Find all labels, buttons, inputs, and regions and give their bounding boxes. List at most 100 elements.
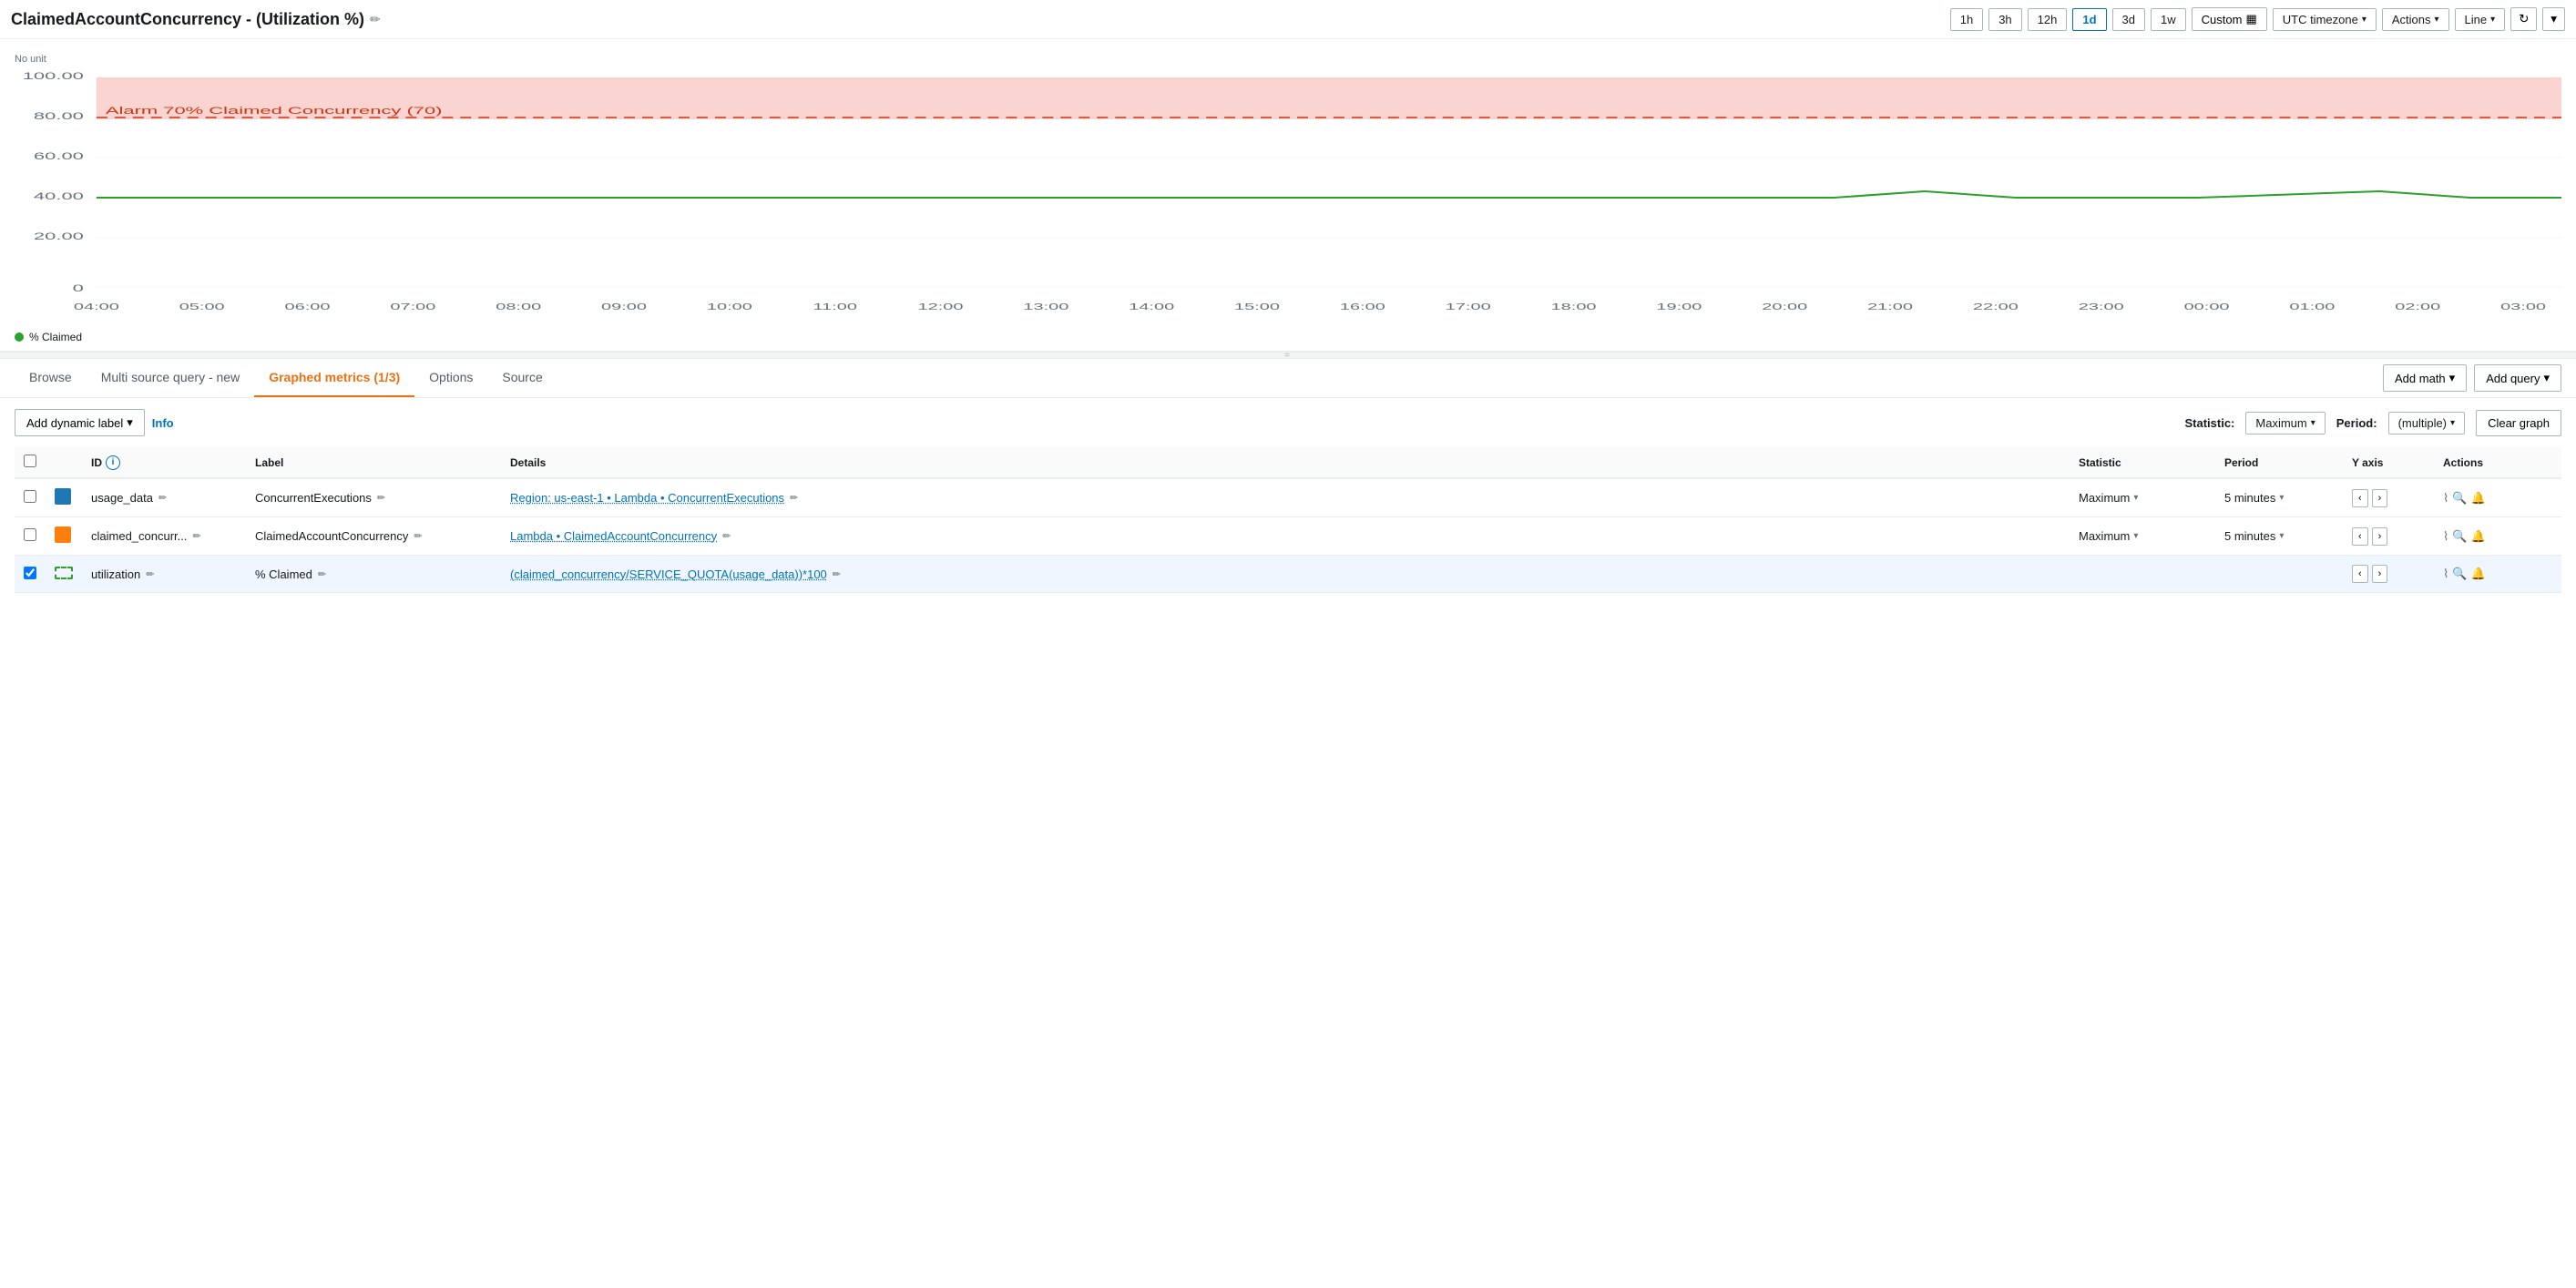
period-dropdown[interactable]: (multiple) ▾ xyxy=(2388,412,2466,434)
svg-text:01:00: 01:00 xyxy=(2289,302,2335,312)
row-checkbox[interactable] xyxy=(24,528,36,541)
yaxis-right-button[interactable]: › xyxy=(2372,565,2388,583)
yaxis-left-button[interactable]: ‹ xyxy=(2352,489,2368,507)
period-label: Period: xyxy=(2336,416,2377,430)
bell-icon[interactable]: 🔔 xyxy=(2471,567,2486,581)
th-details: Details xyxy=(501,447,2070,478)
row-id-value: utilization xyxy=(91,567,140,581)
details-edit-icon[interactable]: ✏ xyxy=(790,492,798,504)
yaxis-left-button[interactable]: ‹ xyxy=(2352,565,2368,583)
period-caret-icon: ▾ xyxy=(2450,418,2455,428)
th-period: Period xyxy=(2215,447,2343,478)
row-period-value: 5 minutes xyxy=(2224,529,2275,543)
id-edit-icon[interactable]: ✏ xyxy=(146,568,154,580)
tab-multi-source[interactable]: Multi source query - new xyxy=(87,359,255,397)
time-12h-button[interactable]: 12h xyxy=(2028,8,2068,31)
actions-dropdown[interactable]: Actions ▾ xyxy=(2382,8,2449,31)
info-label[interactable]: Info xyxy=(152,416,174,430)
row-checkbox[interactable] xyxy=(24,567,36,579)
th-yaxis: Y axis xyxy=(2343,447,2434,478)
add-math-button[interactable]: Add math ▾ xyxy=(2383,364,2467,392)
svg-text:80.00: 80.00 xyxy=(34,110,84,122)
line-caret-icon: ▾ xyxy=(2490,15,2495,25)
bell-icon[interactable]: 🔔 xyxy=(2471,529,2486,544)
th-checkbox xyxy=(15,447,46,478)
row-color-cell xyxy=(46,517,82,556)
time-3d-button[interactable]: 3d xyxy=(2112,8,2145,31)
row-yaxis-cell: ‹ › xyxy=(2352,489,2425,507)
row-id-cell: claimed_concurr... ✏ xyxy=(91,529,237,543)
time-1w-button[interactable]: 1w xyxy=(2151,8,2186,31)
label-edit-icon[interactable]: ✏ xyxy=(414,530,422,542)
drag-handle-icon: = xyxy=(1284,351,1292,361)
time-1d-button[interactable]: 1d xyxy=(2072,8,2106,31)
row-details-value[interactable]: (claimed_concurrency/SERVICE_QUOTA(usage… xyxy=(510,567,827,581)
svg-text:14:00: 14:00 xyxy=(1129,302,1174,312)
more-options-button[interactable]: ▾ xyxy=(2542,7,2565,31)
metrics-toolbar: Add dynamic label ▾ Info Statistic: Maxi… xyxy=(15,409,2561,436)
yaxis-right-button[interactable]: › xyxy=(2372,489,2388,507)
search-icon[interactable]: 🔍 xyxy=(2452,491,2467,506)
timezone-dropdown[interactable]: UTC timezone ▾ xyxy=(2273,8,2377,31)
table-header-row: ID i Label Details Statistic Period Y ax… xyxy=(15,447,2561,478)
statistic-label: Statistic: xyxy=(2184,416,2234,430)
statistic-dropdown[interactable]: Maximum ▾ xyxy=(2245,412,2325,434)
line-dropdown[interactable]: Line ▾ xyxy=(2455,8,2506,31)
drag-handle[interactable]: = xyxy=(0,352,2576,359)
color-swatch xyxy=(55,526,71,543)
time-3h-button[interactable]: 3h xyxy=(1988,8,2021,31)
label-edit-icon[interactable]: ✏ xyxy=(377,492,385,504)
row-details-value[interactable]: Region: us-east-1 • Lambda • ConcurrentE… xyxy=(510,491,784,505)
custom-time-button[interactable]: Custom ▦ xyxy=(2192,7,2267,31)
more-icon: ▾ xyxy=(2550,12,2557,26)
row-id-cell: usage_data ✏ xyxy=(91,491,237,505)
trend-icon[interactable]: ⌇ xyxy=(2443,491,2448,506)
tab-source[interactable]: Source xyxy=(487,359,557,397)
refresh-button[interactable]: ↻ xyxy=(2510,7,2537,31)
bell-icon[interactable]: 🔔 xyxy=(2471,491,2486,506)
metrics-area: Add dynamic label ▾ Info Statistic: Maxi… xyxy=(0,398,2576,604)
trend-icon[interactable]: ⌇ xyxy=(2443,529,2448,544)
id-info-icon[interactable]: i xyxy=(106,455,120,470)
row-period-cell: 5 minutes ▾ xyxy=(2224,491,2334,505)
refresh-icon: ↻ xyxy=(2519,12,2529,26)
table-row: utilization ✏ % Claimed ✏ (claimed_concu… xyxy=(15,556,2561,593)
svg-text:23:00: 23:00 xyxy=(2079,302,2124,312)
row-checkbox[interactable] xyxy=(24,490,36,503)
svg-text:08:00: 08:00 xyxy=(496,302,541,312)
statistic-row-caret-icon[interactable]: ▾ xyxy=(2133,531,2138,541)
label-edit-icon[interactable]: ✏ xyxy=(318,568,326,580)
search-icon[interactable]: 🔍 xyxy=(2452,567,2467,581)
id-edit-icon[interactable]: ✏ xyxy=(158,492,167,504)
details-edit-icon[interactable]: ✏ xyxy=(722,530,731,542)
title-edit-icon[interactable]: ✏ xyxy=(370,12,381,27)
statistic-row-caret-icon[interactable]: ▾ xyxy=(2133,493,2138,503)
select-all-checkbox[interactable] xyxy=(24,455,36,467)
row-details-value[interactable]: Lambda • ClaimedAccountConcurrency xyxy=(510,529,717,543)
row-actions-cell: ⌇ 🔍 🔔 xyxy=(2443,529,2552,544)
time-1h-button[interactable]: 1h xyxy=(1950,8,1983,31)
trend-icon[interactable]: ⌇ xyxy=(2443,567,2448,581)
row-actions-cell: ⌇ 🔍 🔔 xyxy=(2443,491,2552,506)
yaxis-left-button[interactable]: ‹ xyxy=(2352,527,2368,546)
svg-text:04:00: 04:00 xyxy=(74,302,119,312)
yaxis-right-button[interactable]: › xyxy=(2372,527,2388,546)
tab-options[interactable]: Options xyxy=(414,359,487,397)
details-edit-icon[interactable]: ✏ xyxy=(833,568,841,580)
row-id-cell: utilization ✏ xyxy=(91,567,237,581)
chart-wrapper: 100.00 80.00 60.00 40.00 20.00 0 Alarm 7… xyxy=(15,68,2561,323)
period-row-caret-icon[interactable]: ▾ xyxy=(2279,531,2284,541)
tab-graphed-metrics[interactable]: Graphed metrics (1/3) xyxy=(254,359,414,397)
title-area: ClaimedAccountConcurrency - (Utilization… xyxy=(11,10,1943,29)
clear-graph-button[interactable]: Clear graph xyxy=(2476,410,2561,436)
tab-browse[interactable]: Browse xyxy=(15,359,87,397)
no-unit-label: No unit xyxy=(15,54,2561,65)
svg-text:40.00: 40.00 xyxy=(34,190,84,202)
period-row-caret-icon[interactable]: ▾ xyxy=(2279,493,2284,503)
add-dynamic-label-button[interactable]: Add dynamic label ▾ xyxy=(15,409,145,436)
chart-svg: 100.00 80.00 60.00 40.00 20.00 0 Alarm 7… xyxy=(15,68,2561,323)
id-edit-icon[interactable]: ✏ xyxy=(193,530,201,542)
metrics-table: ID i Label Details Statistic Period Y ax… xyxy=(15,447,2561,593)
search-icon[interactable]: 🔍 xyxy=(2452,529,2467,544)
add-query-button[interactable]: Add query ▾ xyxy=(2474,364,2561,392)
